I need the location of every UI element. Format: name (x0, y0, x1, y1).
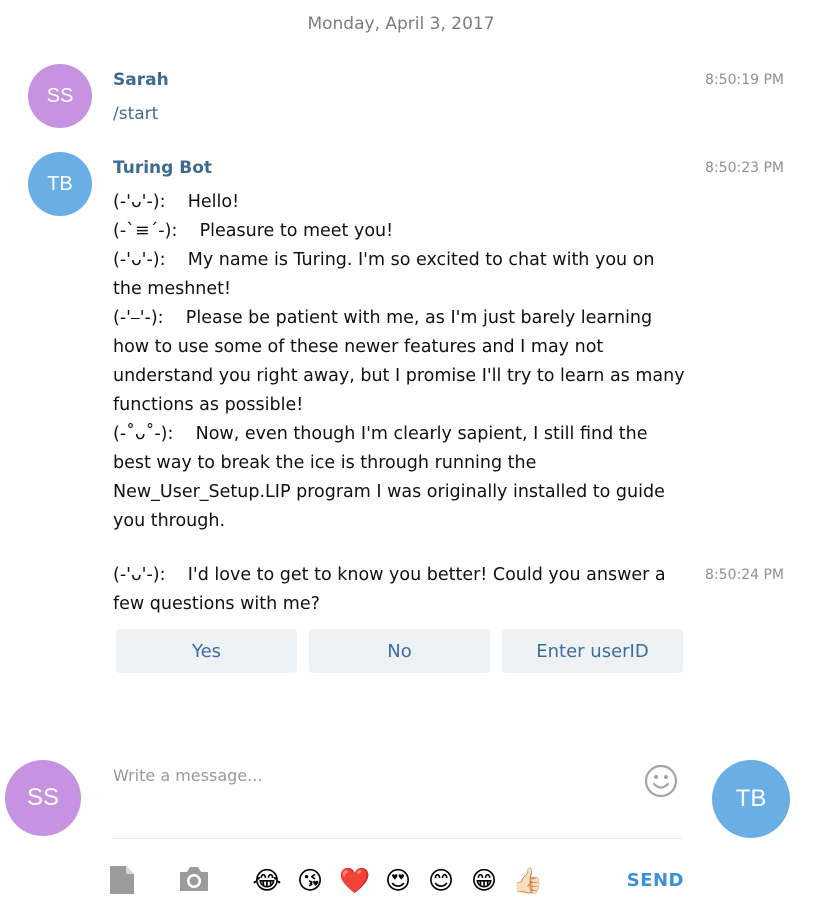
emoji-smiling-face[interactable]: 😊 (426, 866, 456, 896)
file-icon (110, 866, 134, 894)
peer-avatar[interactable]: TB (712, 760, 790, 838)
date-header: Monday, April 3, 2017 (307, 14, 495, 34)
composer-toolbar: 😂 😘 ❤️ 😍 😊 😁 👍🏻 SEND (108, 864, 688, 900)
user-avatar[interactable]: SS (5, 760, 81, 836)
avatar-initials: SS (46, 84, 74, 107)
message-time: 8:50:19 PM (705, 72, 784, 88)
keyboard-button-no[interactable]: No (309, 629, 490, 673)
inline-keyboard: Yes No Enter userID (116, 629, 683, 673)
message-text[interactable]: /start (113, 104, 158, 124)
message-time: 8:50:24 PM (705, 567, 784, 583)
message-line: (-`≡´-): Pleasure to meet you! (113, 221, 394, 241)
emoji-grinning[interactable]: 😁 (469, 866, 499, 896)
avatar-initials: TB (47, 172, 73, 195)
sender-name[interactable]: Turing Bot (113, 158, 212, 178)
message-text: (-'ᴗ'-): Hello! (-`≡´-): Pleasure to mee… (113, 188, 688, 536)
smiley-icon (644, 764, 678, 798)
attach-photo-button[interactable] (178, 864, 210, 896)
message-text: (-'ᴗ'-): I'd love to get to know you bet… (113, 561, 688, 619)
keyboard-button-enter-userid[interactable]: Enter userID (502, 629, 683, 673)
send-button[interactable]: SEND (627, 870, 684, 891)
emoji-kiss[interactable]: 😘 (295, 866, 325, 896)
message-input[interactable]: Write a message... (112, 764, 682, 839)
avatar-initials: SS (26, 784, 59, 811)
keyboard-button-yes[interactable]: Yes (116, 629, 297, 673)
emoji-picker-button[interactable] (644, 764, 678, 798)
message-line: (-'ᴗ'-): My name is Turing. I'm so excit… (113, 250, 661, 299)
message-line: (-'ᴗ'-): Hello! (113, 192, 240, 212)
message-time: 8:50:23 PM (705, 160, 784, 176)
avatar[interactable]: TB (28, 152, 92, 216)
avatar[interactable]: SS (28, 64, 92, 128)
emoji-thumbs-up[interactable]: 👍🏻 (512, 866, 543, 896)
message-placeholder: Write a message... (113, 766, 263, 785)
sender-name[interactable]: Sarah (113, 70, 169, 90)
message-line: (-'⎯'-): Please be patient with me, as I… (113, 308, 691, 415)
camera-icon (180, 867, 208, 891)
avatar-initials: TB (735, 785, 767, 812)
emoji-heart-eyes[interactable]: 😍 (383, 866, 413, 896)
emoji-red-heart[interactable]: ❤️ (339, 866, 370, 896)
message-line: (-˚ᴗ˚-): Now, even though I'm clearly sa… (113, 424, 671, 531)
emoji-tears-of-joy[interactable]: 😂 (252, 866, 282, 896)
message-line: (-'ᴗ'-): I'd love to get to know you bet… (113, 565, 672, 614)
attach-file-button[interactable] (108, 864, 138, 896)
